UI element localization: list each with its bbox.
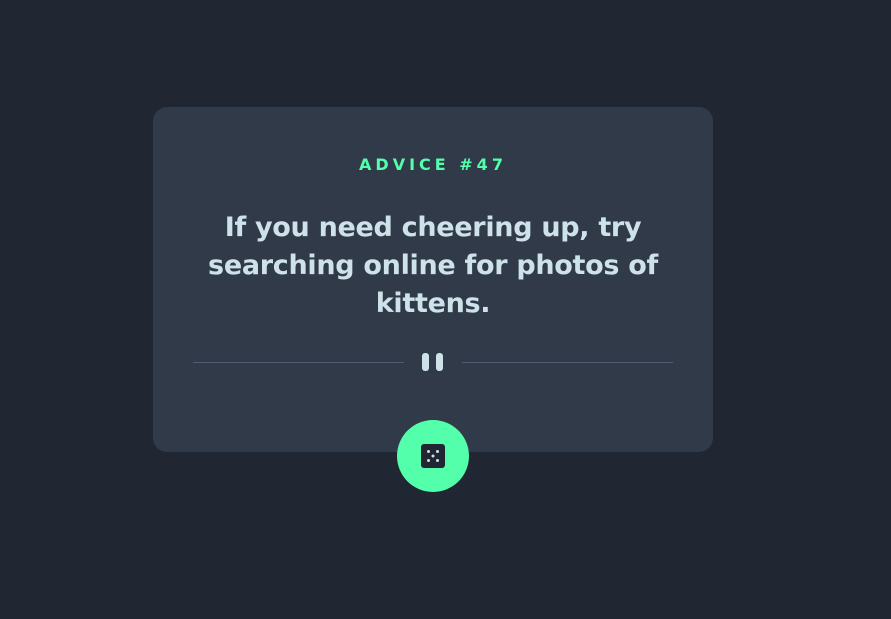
divider-line-left — [193, 362, 404, 363]
pause-icon — [421, 353, 445, 371]
divider — [193, 350, 673, 374]
advice-text: If you need cheering up, try searching o… — [208, 212, 658, 319]
pause-bar-right — [436, 353, 443, 371]
pause-bar-left — [422, 353, 429, 371]
new-advice-button[interactable] — [397, 420, 469, 492]
dice-icon — [421, 444, 445, 468]
advice-card: ADVICE #47 If you need cheering up, try … — [153, 107, 713, 452]
advice-id: ADVICE #47 — [359, 155, 507, 174]
divider-line-right — [462, 362, 673, 363]
